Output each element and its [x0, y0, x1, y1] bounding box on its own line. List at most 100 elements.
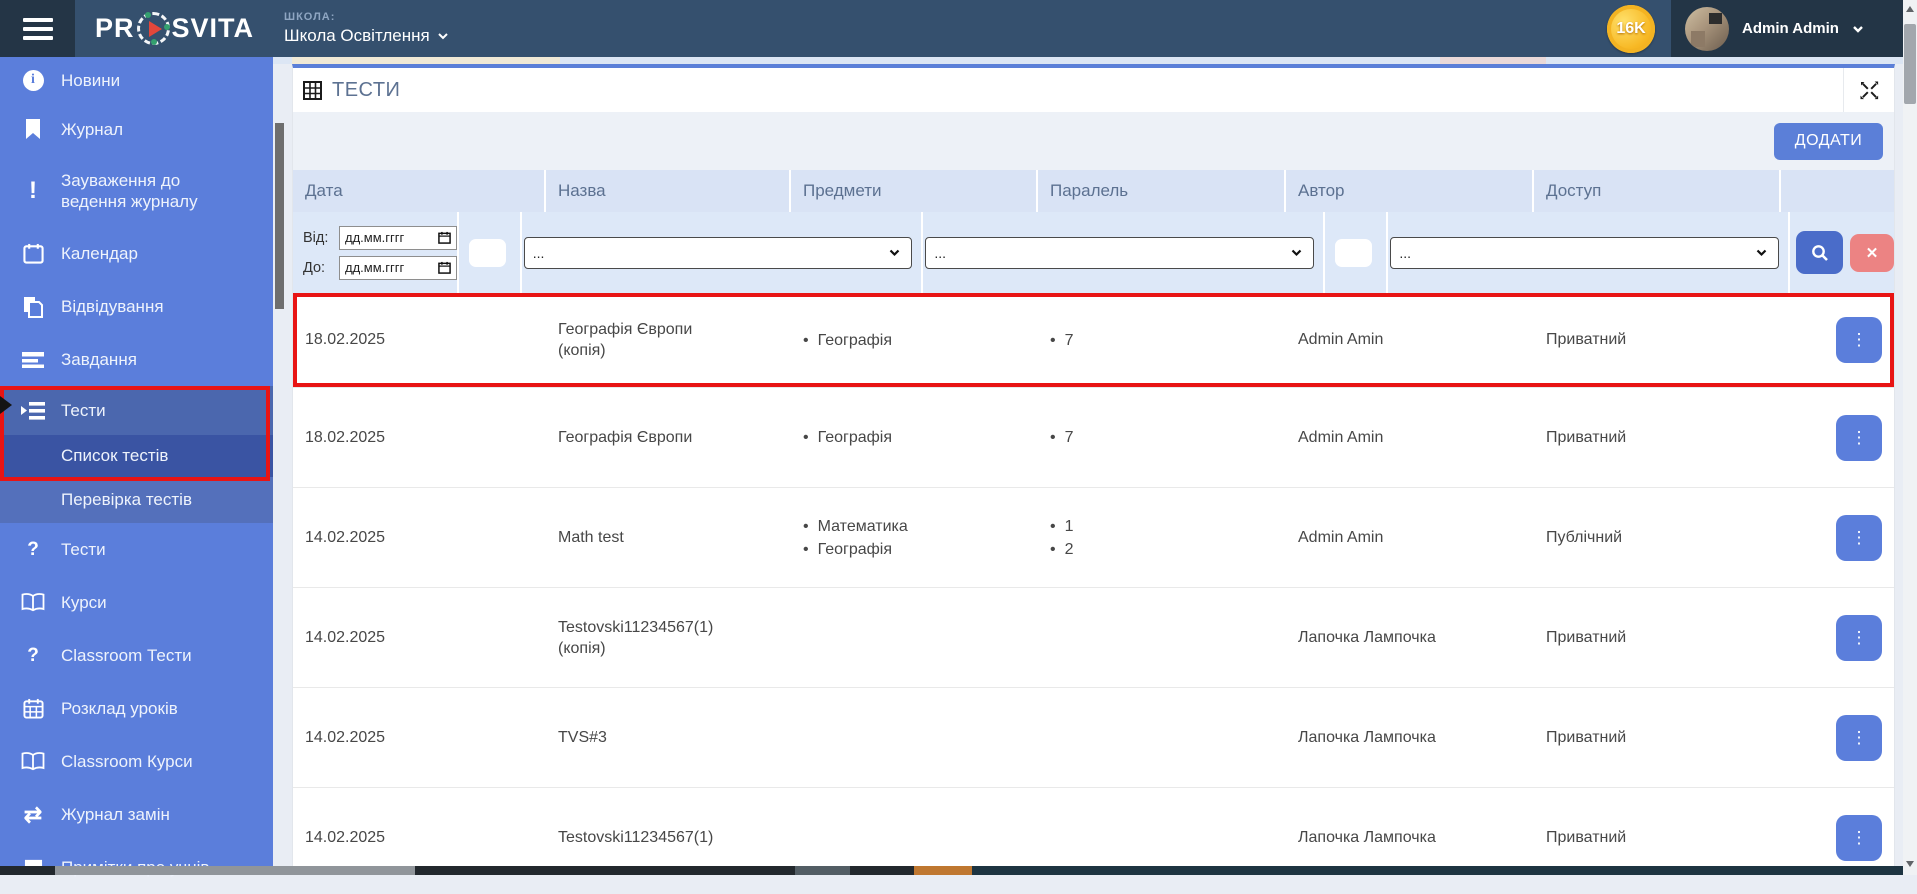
chevron-down-icon	[890, 249, 900, 257]
sidebar-item-courses[interactable]: Курси	[0, 576, 273, 629]
row-access: Приватний	[1546, 728, 1627, 746]
scroll-down-arrow-icon[interactable]	[1903, 857, 1917, 871]
row-actions-button[interactable]: ⋮	[1836, 317, 1882, 363]
sidebar-subitem-test-check[interactable]: Перевірка тестів	[0, 477, 273, 523]
row-author: Admin Amin	[1298, 528, 1384, 546]
row-author: Лапочка Лампочка	[1298, 628, 1436, 646]
author-filter-input[interactable]	[1334, 238, 1373, 267]
date-to-label: До:	[303, 259, 326, 276]
panel-title: ТЕСТИ	[332, 78, 401, 101]
row-actions-button[interactable]: ⋮	[1836, 614, 1882, 661]
search-icon	[1811, 244, 1828, 261]
row-actions-button[interactable]: ⋮	[1836, 514, 1882, 561]
subjects-filter-select[interactable]: ...	[523, 236, 913, 269]
column-header-date: Дата	[293, 170, 546, 212]
sidebar-item-tests-question[interactable]: ? Тести	[0, 523, 273, 576]
active-item-pointer-icon	[0, 396, 12, 414]
date-to-input[interactable]: дд.мм.гггг	[339, 255, 457, 280]
sidebar-item-substitution-journal[interactable]: ⇄ Журнал замін	[0, 788, 273, 841]
logo-play-icon	[136, 12, 170, 45]
sidebar-item-calendar[interactable]: Календар	[0, 227, 273, 280]
table-row: 14.02.2025 Testovski11234567(1) Лапочка …	[293, 787, 1894, 875]
date-from-label: Від:	[303, 229, 329, 246]
row-subjects: Географія	[791, 293, 1038, 387]
sidebar-item-news[interactable]: i Новини	[0, 57, 273, 103]
sidebar-item-lesson-schedule[interactable]: Розклад уроків	[0, 682, 273, 735]
question-icon: ?	[27, 644, 39, 666]
row-date: 14.02.2025	[305, 628, 386, 646]
row-parallels	[1038, 688, 1286, 787]
sidebar-subitem-test-list[interactable]: Список тестів	[0, 435, 273, 477]
indented-list-icon	[20, 398, 46, 424]
row-access: Приватний	[1546, 628, 1627, 646]
close-icon: ✕	[1865, 244, 1879, 262]
search-button[interactable]	[1796, 231, 1843, 274]
top-header: PR SVITA ШКОЛА: Школа Освітлення 16K Adm…	[0, 0, 1917, 57]
list-icon	[20, 347, 46, 373]
row-parallels: 1 2	[1038, 488, 1286, 587]
vertical-scrollbar[interactable]	[1903, 0, 1917, 875]
school-switcher[interactable]: ШКОЛА: Школа Освітлення	[284, 11, 449, 46]
sidebar-item-journal[interactable]: Журнал	[0, 103, 273, 155]
pages-icon	[20, 294, 46, 320]
author-filter-cell	[1325, 212, 1389, 293]
expand-arrows-icon	[1859, 80, 1878, 99]
row-actions-cell: ⋮	[1781, 588, 1894, 687]
add-button[interactable]: ДОДАТИ	[1774, 122, 1883, 160]
row-actions-button[interactable]: ⋮	[1836, 714, 1882, 761]
sidebar-item-tests[interactable]: Тести	[0, 386, 273, 435]
chevron-down-icon	[438, 33, 448, 40]
parallel-filter-cell: ...	[923, 212, 1325, 293]
sidebar-nav: i Новини Журнал ! Зауваження до ведення …	[0, 57, 273, 877]
chevron-down-icon	[1291, 249, 1302, 257]
row-access: Публічний	[1546, 528, 1623, 546]
coins-badge[interactable]: 16K	[1607, 4, 1655, 53]
vertical-scrollbar-thumb[interactable]	[1904, 24, 1916, 104]
row-parallels: 7	[1038, 388, 1286, 487]
access-filter-select[interactable]: ...	[1390, 236, 1779, 269]
filter-row: Від: дд.мм.гггг До: дд.мм.гггг ... ... .…	[293, 212, 1894, 293]
sidebar-item-classroom-courses[interactable]: Classroom Курси	[0, 735, 273, 788]
sidebar-item-classroom-tests[interactable]: ? Classroom Тести	[0, 629, 273, 682]
sidebar-item-journal-remarks[interactable]: ! Зауваження до ведення журналу	[0, 155, 273, 227]
sidebar-item-attendance[interactable]: Відвідування	[0, 280, 273, 333]
row-name: TVS#3	[558, 729, 607, 746]
vertical-dots-icon: ⋮	[1850, 627, 1868, 647]
row-subjects	[791, 688, 1038, 787]
parallel-filter-select[interactable]: ...	[925, 236, 1314, 269]
row-access: Приватний	[1546, 331, 1627, 348]
row-subjects: Географія	[791, 388, 1038, 487]
exclamation-icon: !	[29, 177, 37, 204]
filter-actions-cell: ✕	[1790, 212, 1894, 293]
row-parallels	[1038, 788, 1286, 875]
taskbar-orange-segment	[914, 866, 972, 875]
user-menu[interactable]: Admin Admin	[1671, 0, 1903, 57]
row-subjects	[791, 788, 1038, 875]
swap-arrows-icon: ⇄	[23, 801, 43, 827]
row-date: 14.02.2025	[305, 828, 386, 846]
row-date: 18.02.2025	[305, 331, 386, 348]
row-author: Лапочка Лампочка	[1298, 728, 1436, 746]
panel-header: ТЕСТИ	[293, 68, 1894, 112]
date-from-input[interactable]: дд.мм.гггг	[339, 225, 457, 250]
chevron-down-icon	[1853, 25, 1863, 33]
table-row: 14.02.2025 TVS#3 Лапочка Лампочка Приват…	[293, 687, 1894, 787]
expand-button[interactable]	[1844, 68, 1894, 112]
scroll-up-arrow-icon[interactable]	[1903, 2, 1917, 16]
hamburger-menu-button[interactable]	[0, 0, 75, 57]
row-date: 18.02.2025	[305, 428, 386, 446]
vertical-dots-icon: ⋮	[1850, 527, 1868, 547]
logo-text-left: PR	[95, 13, 135, 43]
horizontal-scrollbar-thumb[interactable]	[55, 866, 415, 875]
row-actions-button[interactable]: ⋮	[1836, 414, 1882, 461]
sidebar-scrollbar-thumb[interactable]	[275, 123, 284, 309]
name-filter-input[interactable]	[469, 238, 506, 267]
sidebar-item-tasks[interactable]: Завдання	[0, 333, 273, 386]
row-actions-button[interactable]: ⋮	[1836, 814, 1882, 861]
row-actions-cell: ⋮	[1781, 788, 1894, 875]
table-grid-icon	[303, 80, 322, 100]
row-actions-cell: ⋮	[1781, 388, 1894, 487]
clear-filters-button[interactable]: ✕	[1850, 233, 1894, 272]
row-name: Testovski11234567(1) (копія)	[558, 618, 714, 657]
panel-toolbar: ДОДАТИ	[293, 112, 1894, 170]
